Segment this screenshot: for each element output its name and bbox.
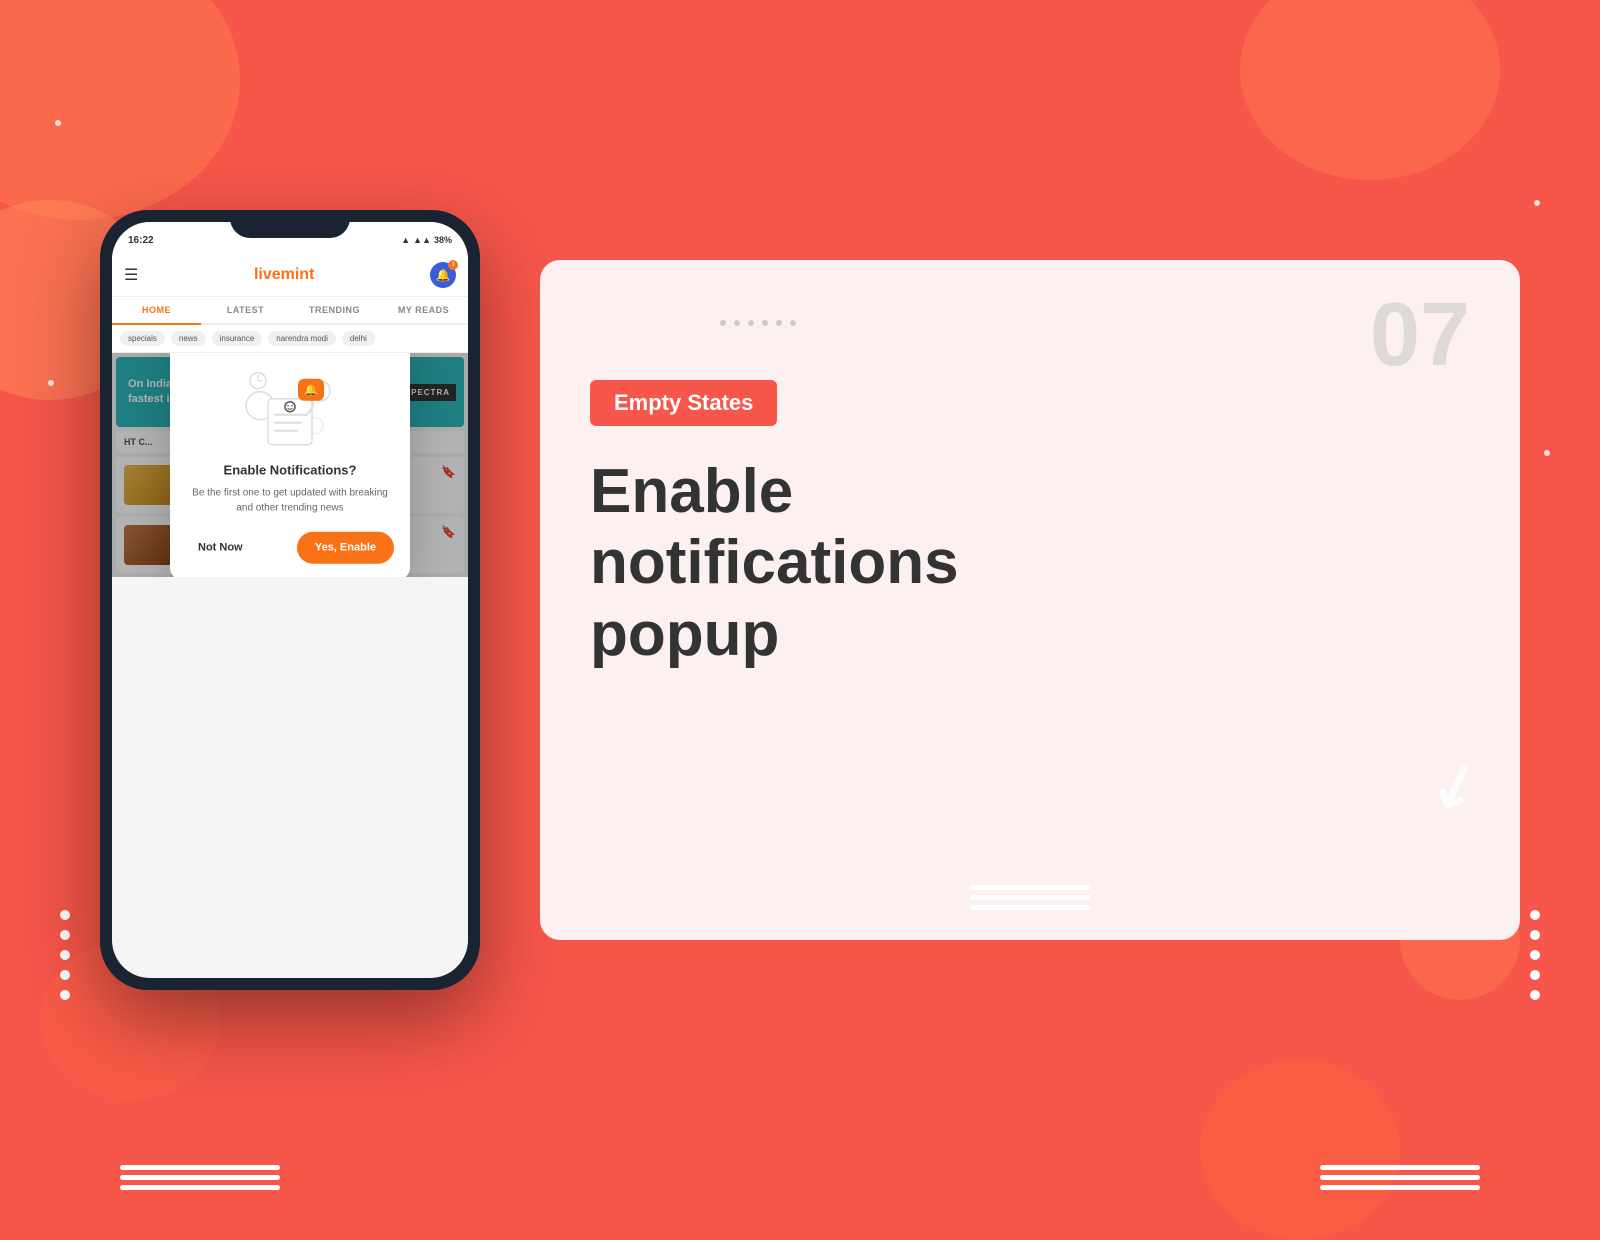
tab-home[interactable]: HOME [112,297,201,325]
popup-title: Enable Notifications? [186,463,394,478]
popup-description: Be the first one to get updated with bre… [186,486,394,516]
tag-specials[interactable]: specials [120,331,165,346]
status-icons: ▲ ▲▲ 38% [401,235,452,245]
svg-text:🔔: 🔔 [304,384,318,397]
dots-pattern [720,320,796,326]
dots-decoration-right [1530,910,1540,1000]
phone-frame: 16:22 ▲ ▲▲ 38% ☰ livemint 🔔 1 [100,210,480,990]
title-line-3: popup [590,600,779,669]
dot [1530,930,1540,940]
content-area: On India'sfastest internet SPECTRA HT C.… [112,353,468,577]
tab-my-reads[interactable]: MY READS [379,297,468,323]
app-header: ☰ livemint 🔔 1 [112,254,468,297]
bottom-line [120,1165,280,1170]
bottom-line [120,1175,280,1180]
notification-badge: 1 [448,260,458,270]
dot [60,910,70,920]
arrow-decoration: ↙ [1419,744,1490,827]
main-container: 16:22 ▲ ▲▲ 38% ☰ livemint 🔔 1 [80,50,1520,1150]
nav-tabs: HOME LATEST TRENDING MY READS [112,297,468,325]
dot [60,930,70,940]
app-logo: livemint [254,266,314,284]
tag-narendra-modi[interactable]: narendra modi [268,331,336,346]
right-panel: 07 Empty States Enable notifications pop… [540,260,1520,940]
bottom-line [1320,1175,1480,1180]
bottom-line [1320,1185,1480,1190]
signal-icon: ▲▲ [413,235,431,245]
phone-container: 16:22 ▲ ▲▲ 38% ☰ livemint 🔔 1 [80,210,500,990]
dot-pattern-item [720,320,726,326]
dot [1530,950,1540,960]
menu-icon[interactable]: ☰ [124,265,138,285]
notification-icon[interactable]: 🔔 1 [430,262,456,288]
popup-buttons: Not Now Yes, Enable [186,532,394,564]
tag-insurance[interactable]: insurance [212,331,263,346]
bottom-line [1320,1165,1480,1170]
panel-bottom-decoration [970,885,1090,910]
deco-line [970,905,1090,910]
phone-notch [230,210,350,238]
dot [60,950,70,960]
main-title: Enable notifications popup [590,456,1470,670]
scatter-dot [48,380,54,386]
title-line-2: notifications [590,528,959,597]
phone-screen: 16:22 ▲ ▲▲ 38% ☰ livemint 🔔 1 [112,222,468,978]
notification-illustration: 🔔 [240,361,340,451]
scatter-dot [1534,200,1540,206]
dot [1530,970,1540,980]
tab-trending[interactable]: TRENDING [290,297,379,323]
bottom-line [120,1185,280,1190]
title-line-1: Enable [590,457,793,526]
dot-pattern-item [776,320,782,326]
wifi-icon: ▲ [401,235,410,245]
notification-popup: 🔔 Enable Notifications? Be the first one… [170,353,410,577]
scatter-dot [1544,450,1550,456]
yes-enable-button[interactable]: Yes, Enable [297,532,394,564]
status-time: 16:22 [128,235,154,246]
not-now-button[interactable]: Not Now [186,534,255,562]
dot [1530,990,1540,1000]
dot [60,970,70,980]
dot-pattern-item [748,320,754,326]
dots-decoration-left [60,910,70,1000]
category-badge: Empty States [590,380,777,426]
panel-content: Empty States Enable notifications popup [590,380,1470,670]
logo-live: live [254,266,281,283]
logo-mint: mint [281,266,315,283]
dot-pattern-item [734,320,740,326]
tag-news[interactable]: news [171,331,206,346]
dot-pattern-item [790,320,796,326]
battery-text: 38% [434,235,452,245]
dot-pattern-item [762,320,768,326]
slide-number: 07 [1370,290,1470,380]
tab-latest[interactable]: LATEST [201,297,290,323]
scatter-dot [55,120,61,126]
tag-delhi[interactable]: delhi [342,331,375,346]
dot [60,990,70,1000]
dot [1530,910,1540,920]
deco-line [970,885,1090,890]
tag-pills-row: specials news insurance narendra modi de… [112,325,468,353]
deco-line [970,895,1090,900]
